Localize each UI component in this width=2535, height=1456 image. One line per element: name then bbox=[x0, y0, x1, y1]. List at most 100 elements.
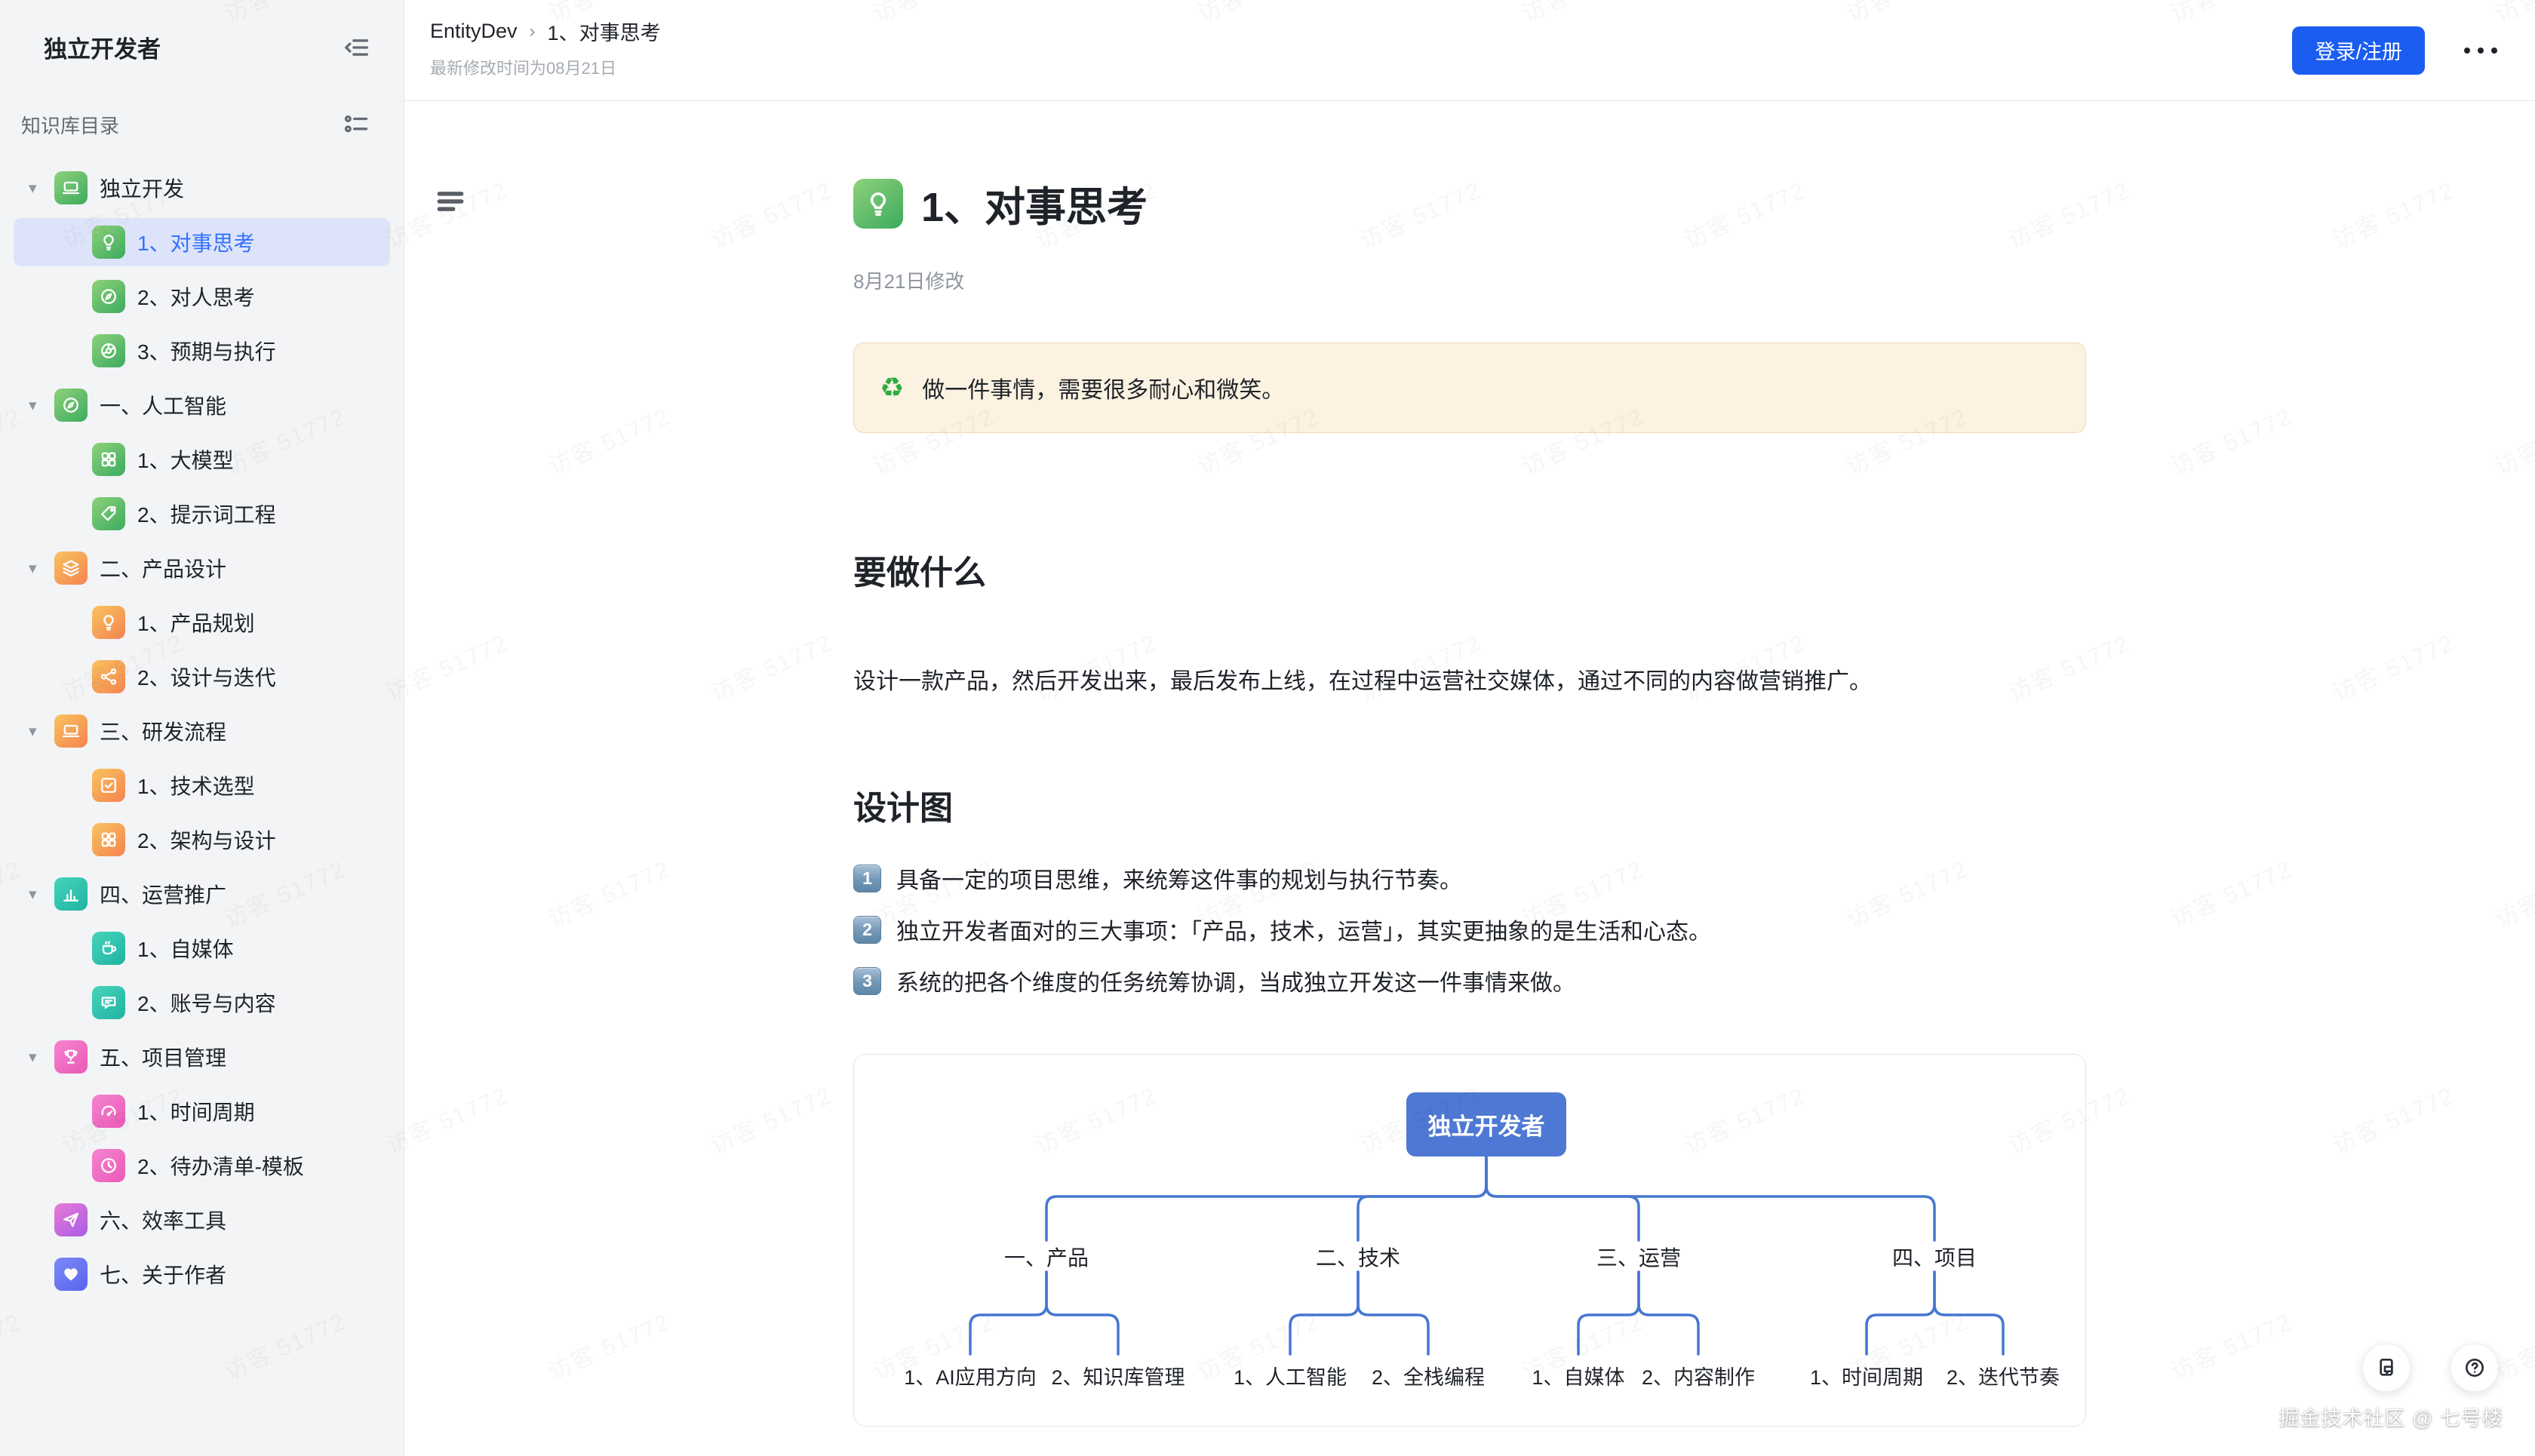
tag-icon bbox=[92, 497, 125, 530]
doc-modified-date: 8月21日修改 bbox=[853, 266, 2086, 294]
paragraph-what-to-do: 设计一款产品，然后开发出来，最后发布上线，在过程中运营社交媒体，通过不同的内容做… bbox=[853, 665, 2086, 699]
sidebar: 独立开发者 知识库目录 ▾ 独立开发 1、对事思考 2、对人思考 3、预期与执行 bbox=[0, 0, 404, 1456]
sidebar-item-guanyu-zuozhe[interactable]: 七、关于作者 bbox=[14, 1250, 390, 1298]
topbar: EntityDev › 1、对事思考 最新修改时间为08月21日 登录/注册 bbox=[404, 0, 2535, 101]
doc-lightbulb-icon bbox=[853, 179, 903, 229]
sidebar-item-yuqi-zhixing[interactable]: 3、预期与执行 bbox=[14, 327, 390, 375]
breadcrumb-current: 1、对事思考 bbox=[548, 17, 661, 46]
coffee-icon bbox=[92, 932, 125, 965]
toc-lines-icon bbox=[434, 185, 467, 218]
sidebar-item-da-moxing[interactable]: 1、大模型 bbox=[14, 435, 390, 484]
sidebar-item-zhanghao-neirong[interactable]: 2、账号与内容 bbox=[14, 978, 390, 1027]
outline-icon bbox=[342, 109, 372, 140]
share-nodes-icon bbox=[92, 660, 125, 693]
diagram-branch-label: 二、技术 bbox=[1316, 1242, 1400, 1272]
sidebar-item-duli-kaifa[interactable]: ▾ 独立开发 bbox=[14, 164, 390, 212]
lightbulb-icon bbox=[92, 226, 125, 259]
diagram-leaf-label: 2、内容制作 bbox=[1642, 1361, 1755, 1390]
design-list: 1 具备一定的项目思维，来统筹这件事的规划与执行节奏。 2 独立开发者面对的三大… bbox=[853, 862, 2086, 997]
diagram-leaf-label: 2、知识库管理 bbox=[1051, 1361, 1185, 1390]
keycap-3-icon: 3 bbox=[853, 967, 881, 995]
sidebar-item-xiangmu-guanli[interactable]: ▾ 五、项目管理 bbox=[14, 1033, 390, 1081]
checkbox-icon bbox=[92, 769, 125, 802]
sidebar-item-chanpin-sheji[interactable]: ▾ 二、产品设计 bbox=[14, 544, 390, 592]
sidebar-item-zimeiti[interactable]: 1、自媒体 bbox=[14, 924, 390, 972]
list-item: 2 独立开发者面对的三大事项：「产品，技术，运营」，其实更抽象的是生活和心态。 bbox=[853, 913, 2086, 946]
list-item: 3 系统的把各个维度的任务统筹协调，当成独立开发这一件事情来做。 bbox=[853, 964, 2086, 997]
grid-icon bbox=[92, 823, 125, 856]
knowledge-tree: ▾ 独立开发 1、对事思考 2、对人思考 3、预期与执行 ▾ 一、人工智能 1、… bbox=[0, 164, 404, 1298]
page-title: 1、对事思考 bbox=[921, 174, 1148, 233]
toc-toggle-button[interactable] bbox=[432, 183, 469, 220]
paper-plane-icon bbox=[54, 1203, 88, 1236]
sidebar-item-shijian-zhouqi[interactable]: 1、时间周期 bbox=[14, 1087, 390, 1135]
sidebar-item-sheji-diedai[interactable]: 2、设计与迭代 bbox=[14, 653, 390, 701]
caret-down-icon[interactable]: ▾ bbox=[29, 179, 54, 198]
trophy-icon bbox=[54, 1040, 88, 1074]
collapse-sidebar-button[interactable] bbox=[340, 31, 373, 64]
sidebar-item-tishici-gongcheng[interactable]: 2、提示词工程 bbox=[14, 490, 390, 538]
heart-icon bbox=[54, 1258, 88, 1291]
sidebar-item-xiaolv-gongju[interactable]: 六、效率工具 bbox=[14, 1196, 390, 1244]
diagram-leaf-label: 1、人工智能 bbox=[1234, 1361, 1347, 1390]
gauge-icon bbox=[92, 1095, 125, 1128]
aperture-icon bbox=[92, 334, 125, 367]
lightbulb-icon bbox=[92, 606, 125, 639]
sidebar-item-jishu-xuanxing[interactable]: 1、技术选型 bbox=[14, 761, 390, 809]
laptop-icon bbox=[54, 171, 88, 204]
sidebar-item-yunying-tuiguang[interactable]: ▾ 四、运营推广 bbox=[14, 870, 390, 918]
diagram-leaf-label: 2、全栈编程 bbox=[1372, 1361, 1485, 1390]
sidebar-item-jiagou-sheji[interactable]: 2、架构与设计 bbox=[14, 816, 390, 864]
compass-icon bbox=[54, 389, 88, 422]
login-register-button[interactable]: 登录/注册 bbox=[2292, 26, 2425, 75]
workspace-title: 独立开发者 bbox=[44, 30, 161, 64]
sidebar-item-duiren-sikao[interactable]: 2、对人思考 bbox=[14, 272, 390, 321]
document-area: 1、对事思考 8月21日修改 ♻ 做一件事情，需要很多耐心和微笑。 要做什么 设… bbox=[404, 101, 2535, 1456]
caret-down-icon[interactable]: ▾ bbox=[29, 559, 54, 578]
diagram-leaf-label: 1、AI应用方向 bbox=[904, 1361, 1037, 1390]
mindmap-diagram: 独立开发者 一、产品 二、技术 三、运营 四、项目 1、AI应用方向 2、知识库… bbox=[853, 1054, 2086, 1427]
caret-down-icon[interactable]: ▾ bbox=[29, 1048, 54, 1067]
clock-icon bbox=[92, 1149, 125, 1182]
section-label: 知识库目录 bbox=[21, 111, 119, 139]
grid-icon bbox=[92, 443, 125, 476]
more-menu-button[interactable] bbox=[2457, 40, 2505, 61]
callout: ♻ 做一件事情，需要很多耐心和微笑。 bbox=[853, 342, 2086, 433]
recycle-emoji-icon: ♻ bbox=[880, 372, 904, 404]
chat-edit-icon bbox=[92, 986, 125, 1019]
sidebar-item-yanfa-liucheng[interactable]: ▾ 三、研发流程 bbox=[14, 707, 390, 755]
diagram-leaf-label: 2、迭代节奏 bbox=[1947, 1361, 2060, 1390]
sidebar-item-duishi-sikao[interactable]: 1、对事思考 bbox=[14, 218, 390, 266]
sidebar-item-chanpin-guihua[interactable]: 1、产品规划 bbox=[14, 598, 390, 647]
caret-down-icon[interactable]: ▾ bbox=[29, 885, 54, 904]
caret-down-icon[interactable]: ▾ bbox=[29, 722, 54, 741]
diagram-leaf-label: 1、自媒体 bbox=[1532, 1361, 1624, 1390]
breadcrumb: EntityDev › 1、对事思考 最新修改时间为08月21日 bbox=[430, 17, 661, 79]
caret-down-icon[interactable]: ▾ bbox=[29, 396, 54, 415]
heading-design: 设计图 bbox=[853, 789, 2086, 828]
help-button[interactable] bbox=[2450, 1344, 2499, 1392]
diagram-branch-label: 一、产品 bbox=[1004, 1242, 1089, 1272]
feedback-doc-icon bbox=[2374, 1356, 2398, 1380]
feedback-button[interactable] bbox=[2362, 1344, 2411, 1392]
callout-text: 做一件事情，需要很多耐心和微笑。 bbox=[922, 371, 1284, 404]
breadcrumb-separator-icon: › bbox=[530, 21, 536, 42]
diagram-branch-label: 四、项目 bbox=[1892, 1242, 1977, 1272]
laptop-icon bbox=[54, 714, 88, 748]
diagram-root-node: 独立开发者 bbox=[1406, 1092, 1566, 1157]
last-modified-note: 最新修改时间为08月21日 bbox=[430, 55, 661, 79]
bar-chart-icon bbox=[54, 877, 88, 911]
layers-icon bbox=[54, 551, 88, 585]
sidebar-item-rengong-zhineng[interactable]: ▾ 一、人工智能 bbox=[14, 381, 390, 429]
diagram-branch-label: 三、运营 bbox=[1596, 1242, 1681, 1272]
breadcrumb-root[interactable]: EntityDev bbox=[430, 20, 518, 43]
keycap-2-icon: 2 bbox=[853, 916, 881, 944]
watermark-credit: 掘金技术社区 @ 七号楼 bbox=[2279, 1402, 2503, 1431]
list-item: 1 具备一定的项目思维，来统筹这件事的规划与执行节奏。 bbox=[853, 862, 2086, 895]
heading-what-to-do: 要做什么 bbox=[853, 554, 2086, 593]
compass-icon bbox=[92, 280, 125, 313]
panel-collapse-icon bbox=[342, 32, 372, 63]
question-mark-icon bbox=[2463, 1356, 2487, 1380]
outline-view-button[interactable] bbox=[340, 108, 373, 141]
sidebar-item-daiban-qingdan[interactable]: 2、待办清单-模板 bbox=[14, 1141, 390, 1190]
